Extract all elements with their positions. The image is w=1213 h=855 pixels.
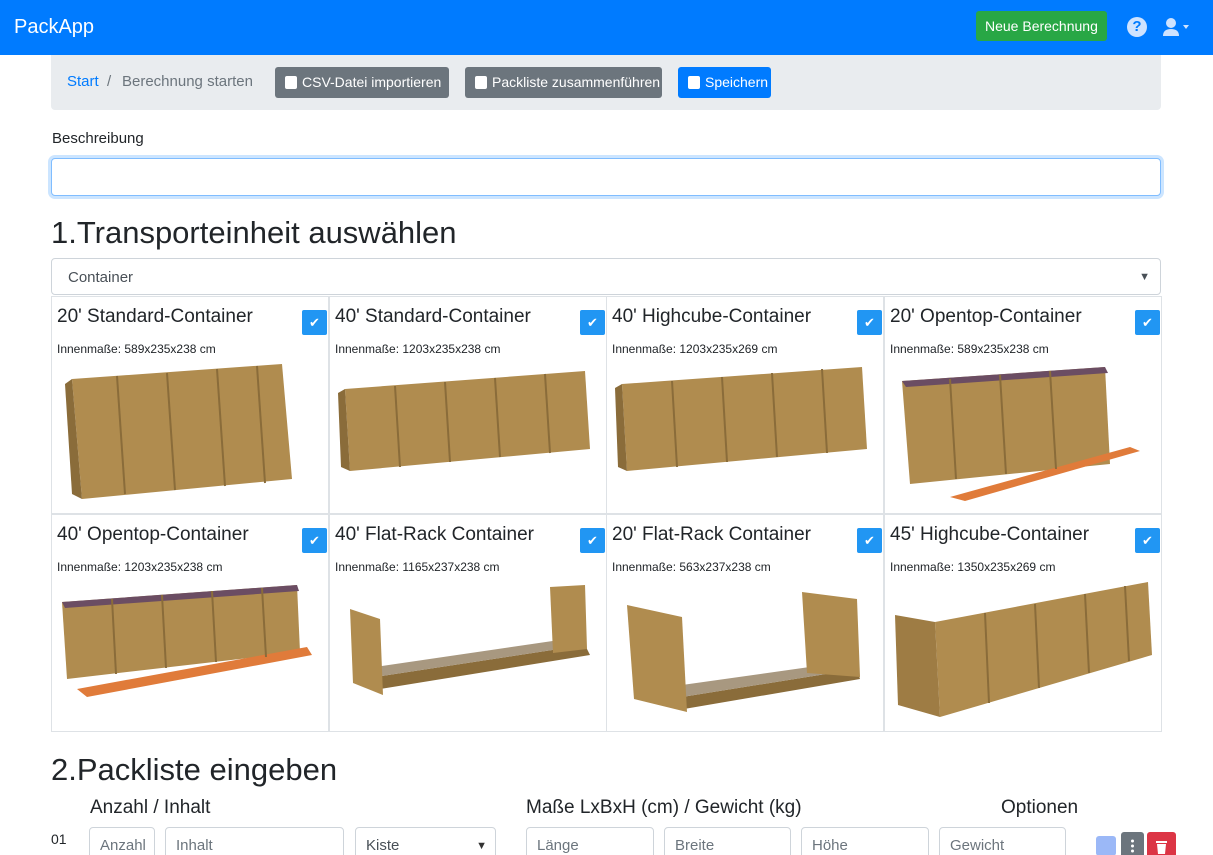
container-image xyxy=(902,367,1140,501)
container-card-40-flatrack[interactable]: 40' Flat-Rack Container Innenmaße: 1165x… xyxy=(329,514,607,732)
transport-unit-select[interactable]: Container ▼ xyxy=(51,258,1161,295)
breadcrumb-current: Berechnung starten xyxy=(122,73,253,90)
merge-packlist-button[interactable]: Packliste zusammenführen xyxy=(465,67,662,98)
container-checkbox[interactable]: ✔ xyxy=(302,528,327,553)
container-checkbox[interactable]: ✔ xyxy=(580,528,605,553)
plus-square-icon xyxy=(475,76,487,89)
container-checkbox[interactable]: ✔ xyxy=(857,310,882,335)
container-checkbox[interactable]: ✔ xyxy=(580,310,605,335)
container-checkbox[interactable]: ✔ xyxy=(857,528,882,553)
delete-row-button[interactable] xyxy=(1147,832,1176,855)
container-dimensions: Innenmaße: 589x235x238 cm xyxy=(890,342,1049,356)
container-image xyxy=(895,582,1152,717)
container-checkbox[interactable]: ✔ xyxy=(302,310,327,335)
container-card-20-flatrack[interactable]: 20' Flat-Rack Container Innenmaße: 563x2… xyxy=(606,514,884,732)
container-title: 40' Opentop-Container xyxy=(57,524,249,545)
container-title: 45' Highcube-Container xyxy=(890,524,1090,545)
breadcrumb: Start / Berechnung starten CSV-Datei imp… xyxy=(51,55,1161,110)
chevron-down-icon: ▼ xyxy=(1139,271,1150,283)
column-quantity-header: Anzahl / Inhalt xyxy=(90,797,211,818)
more-options-button[interactable] xyxy=(1121,832,1144,855)
container-card-20-opentop[interactable]: 20' Opentop-Container Innenmaße: 589x235… xyxy=(884,296,1162,514)
save-button[interactable]: Speichern xyxy=(678,67,771,98)
section-transport-unit-title: 1.Transporteinheit auswählen xyxy=(51,215,457,250)
chevron-down-icon: ▼ xyxy=(476,840,487,852)
merge-packlist-label: Packliste zusammenführen xyxy=(492,74,661,90)
container-checkbox[interactable]: ✔ xyxy=(1135,310,1160,335)
file-import-icon xyxy=(285,76,297,89)
import-csv-label: CSV-Datei importieren xyxy=(302,74,442,90)
container-card-40-standard[interactable]: 40' Standard-Container Innenmaße: 1203x2… xyxy=(329,296,607,514)
container-title: 40' Standard-Container xyxy=(335,306,531,327)
container-checkbox[interactable]: ✔ xyxy=(1135,528,1160,553)
column-options-header: Optionen xyxy=(1001,797,1079,818)
new-calculation-button[interactable]: Neue Berechnung xyxy=(976,11,1107,41)
container-image xyxy=(615,367,867,471)
package-type-select[interactable]: Kiste ▼ xyxy=(355,827,496,855)
container-card-40-highcube[interactable]: 40' Highcube-Container Innenmaße: 1203x2… xyxy=(606,296,884,514)
container-image xyxy=(338,371,590,471)
container-image xyxy=(62,585,312,697)
width-input[interactable]: Breite xyxy=(664,827,791,855)
breadcrumb-start-link[interactable]: Start xyxy=(67,73,99,90)
brand-logo[interactable]: PackApp xyxy=(14,16,94,39)
container-dimensions: Innenmaße: 1203x235x238 cm xyxy=(57,560,223,574)
color-picker[interactable] xyxy=(1096,836,1116,855)
container-dimensions: Innenmaße: 1203x235x238 cm xyxy=(335,342,501,356)
package-type-value: Kiste xyxy=(366,837,400,854)
transport-unit-value: Container xyxy=(68,269,134,286)
container-card-45-highcube[interactable]: 45' Highcube-Container Innenmaße: 1350x2… xyxy=(884,514,1162,732)
container-card-40-opentop[interactable]: 40' Opentop-Container Innenmaße: 1203x23… xyxy=(51,514,329,732)
description-input[interactable] xyxy=(51,158,1161,196)
quantity-input[interactable]: Anzahl xyxy=(89,827,155,855)
container-title: 40' Highcube-Container xyxy=(612,306,812,327)
container-dimensions: Innenmaße: 1203x235x269 cm xyxy=(612,342,778,356)
container-title: 40' Flat-Rack Container xyxy=(335,524,534,545)
ellipsis-vertical-icon xyxy=(1131,839,1134,853)
container-image xyxy=(627,592,860,712)
help-icon[interactable]: ? xyxy=(1127,17,1147,37)
navbar: PackApp Neue Berechnung ? xyxy=(0,0,1213,55)
column-dimensions-header: Maße LxBxH (cm) / Gewicht (kg) xyxy=(526,797,802,818)
container-image xyxy=(350,585,590,695)
container-dimensions: Innenmaße: 563x237x238 cm xyxy=(612,560,771,574)
import-csv-button[interactable]: CSV-Datei importieren xyxy=(275,67,449,98)
container-title: 20' Flat-Rack Container xyxy=(612,524,811,545)
section-packlist-title: 2.Packliste eingeben xyxy=(51,752,338,787)
weight-input[interactable]: Gewicht xyxy=(939,827,1066,855)
row-number: 01 xyxy=(51,831,67,847)
container-dimensions: Innenmaße: 1350x235x269 cm xyxy=(890,560,1056,574)
height-input[interactable]: Höhe xyxy=(801,827,929,855)
container-title: 20' Standard-Container xyxy=(57,306,253,327)
user-menu-icon[interactable] xyxy=(1162,17,1190,37)
length-input[interactable]: Länge xyxy=(526,827,654,855)
save-label: Speichern xyxy=(705,74,769,90)
trash-icon xyxy=(1156,841,1167,854)
description-label: Beschreibung xyxy=(52,130,144,147)
container-dimensions: Innenmaße: 589x235x238 cm xyxy=(57,342,216,356)
container-title: 20' Opentop-Container xyxy=(890,306,1082,327)
container-image xyxy=(65,364,292,499)
container-dimensions: Innenmaße: 1165x237x238 cm xyxy=(335,560,500,574)
content-input[interactable]: Inhalt xyxy=(165,827,344,855)
breadcrumb-separator: / xyxy=(107,73,112,90)
floppy-disk-icon xyxy=(688,76,700,89)
container-card-20-standard[interactable]: 20' Standard-Container Innenmaße: 589x23… xyxy=(51,296,329,514)
